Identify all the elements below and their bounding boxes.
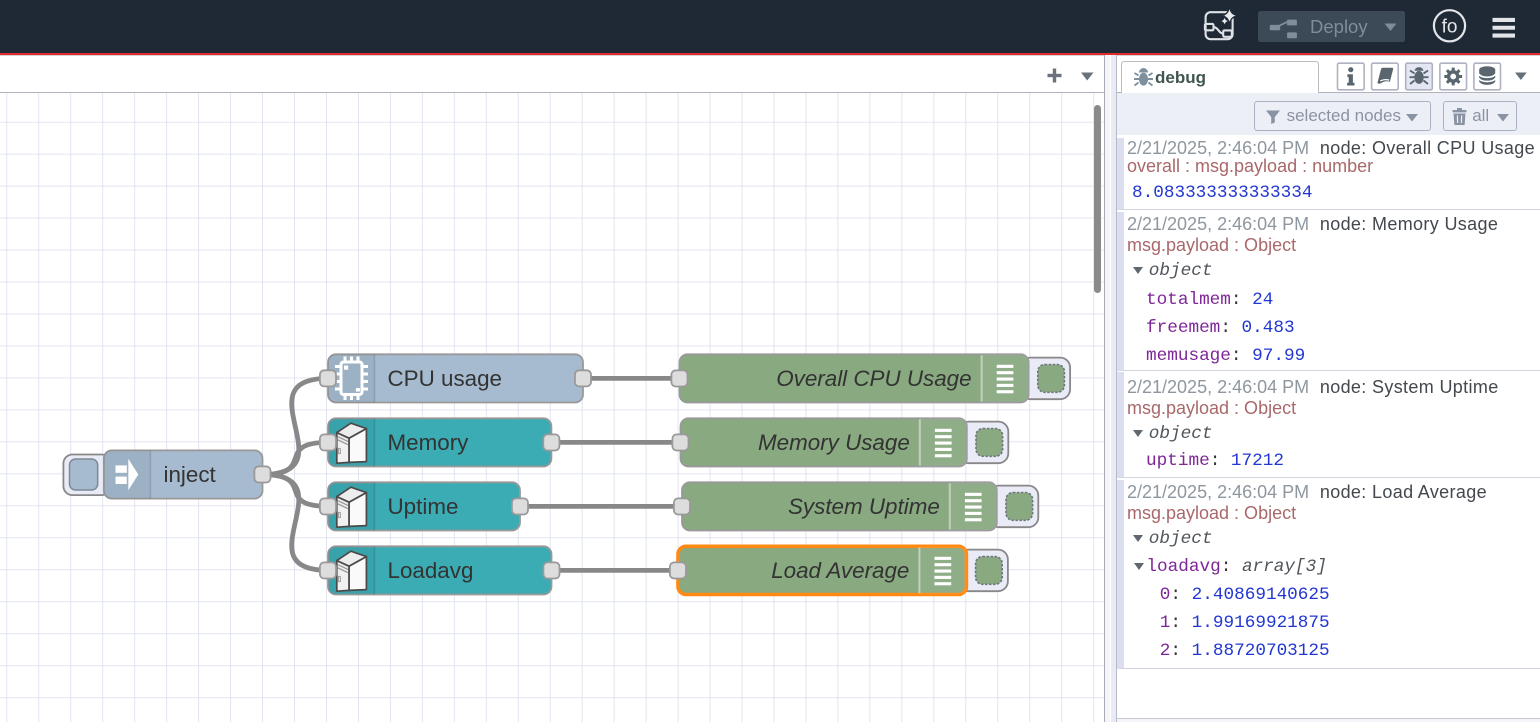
svg-text:CPU usage: CPU usage: [388, 366, 503, 391]
svg-text:Overall CPU Usage: Overall CPU Usage: [776, 366, 971, 391]
svg-text:fo: fo: [1442, 17, 1458, 38]
svg-text:Loadavg: Loadavg: [388, 558, 474, 583]
svg-text:Memory Usage: Memory Usage: [758, 430, 910, 455]
svg-text:System Uptime: System Uptime: [788, 494, 940, 519]
svg-text:inject: inject: [164, 462, 217, 487]
svg-text:Load Average: Load Average: [771, 558, 909, 583]
svg-text:Deploy: Deploy: [1310, 16, 1368, 37]
svg-text:Uptime: Uptime: [388, 494, 459, 519]
svg-text:Memory: Memory: [388, 430, 470, 455]
